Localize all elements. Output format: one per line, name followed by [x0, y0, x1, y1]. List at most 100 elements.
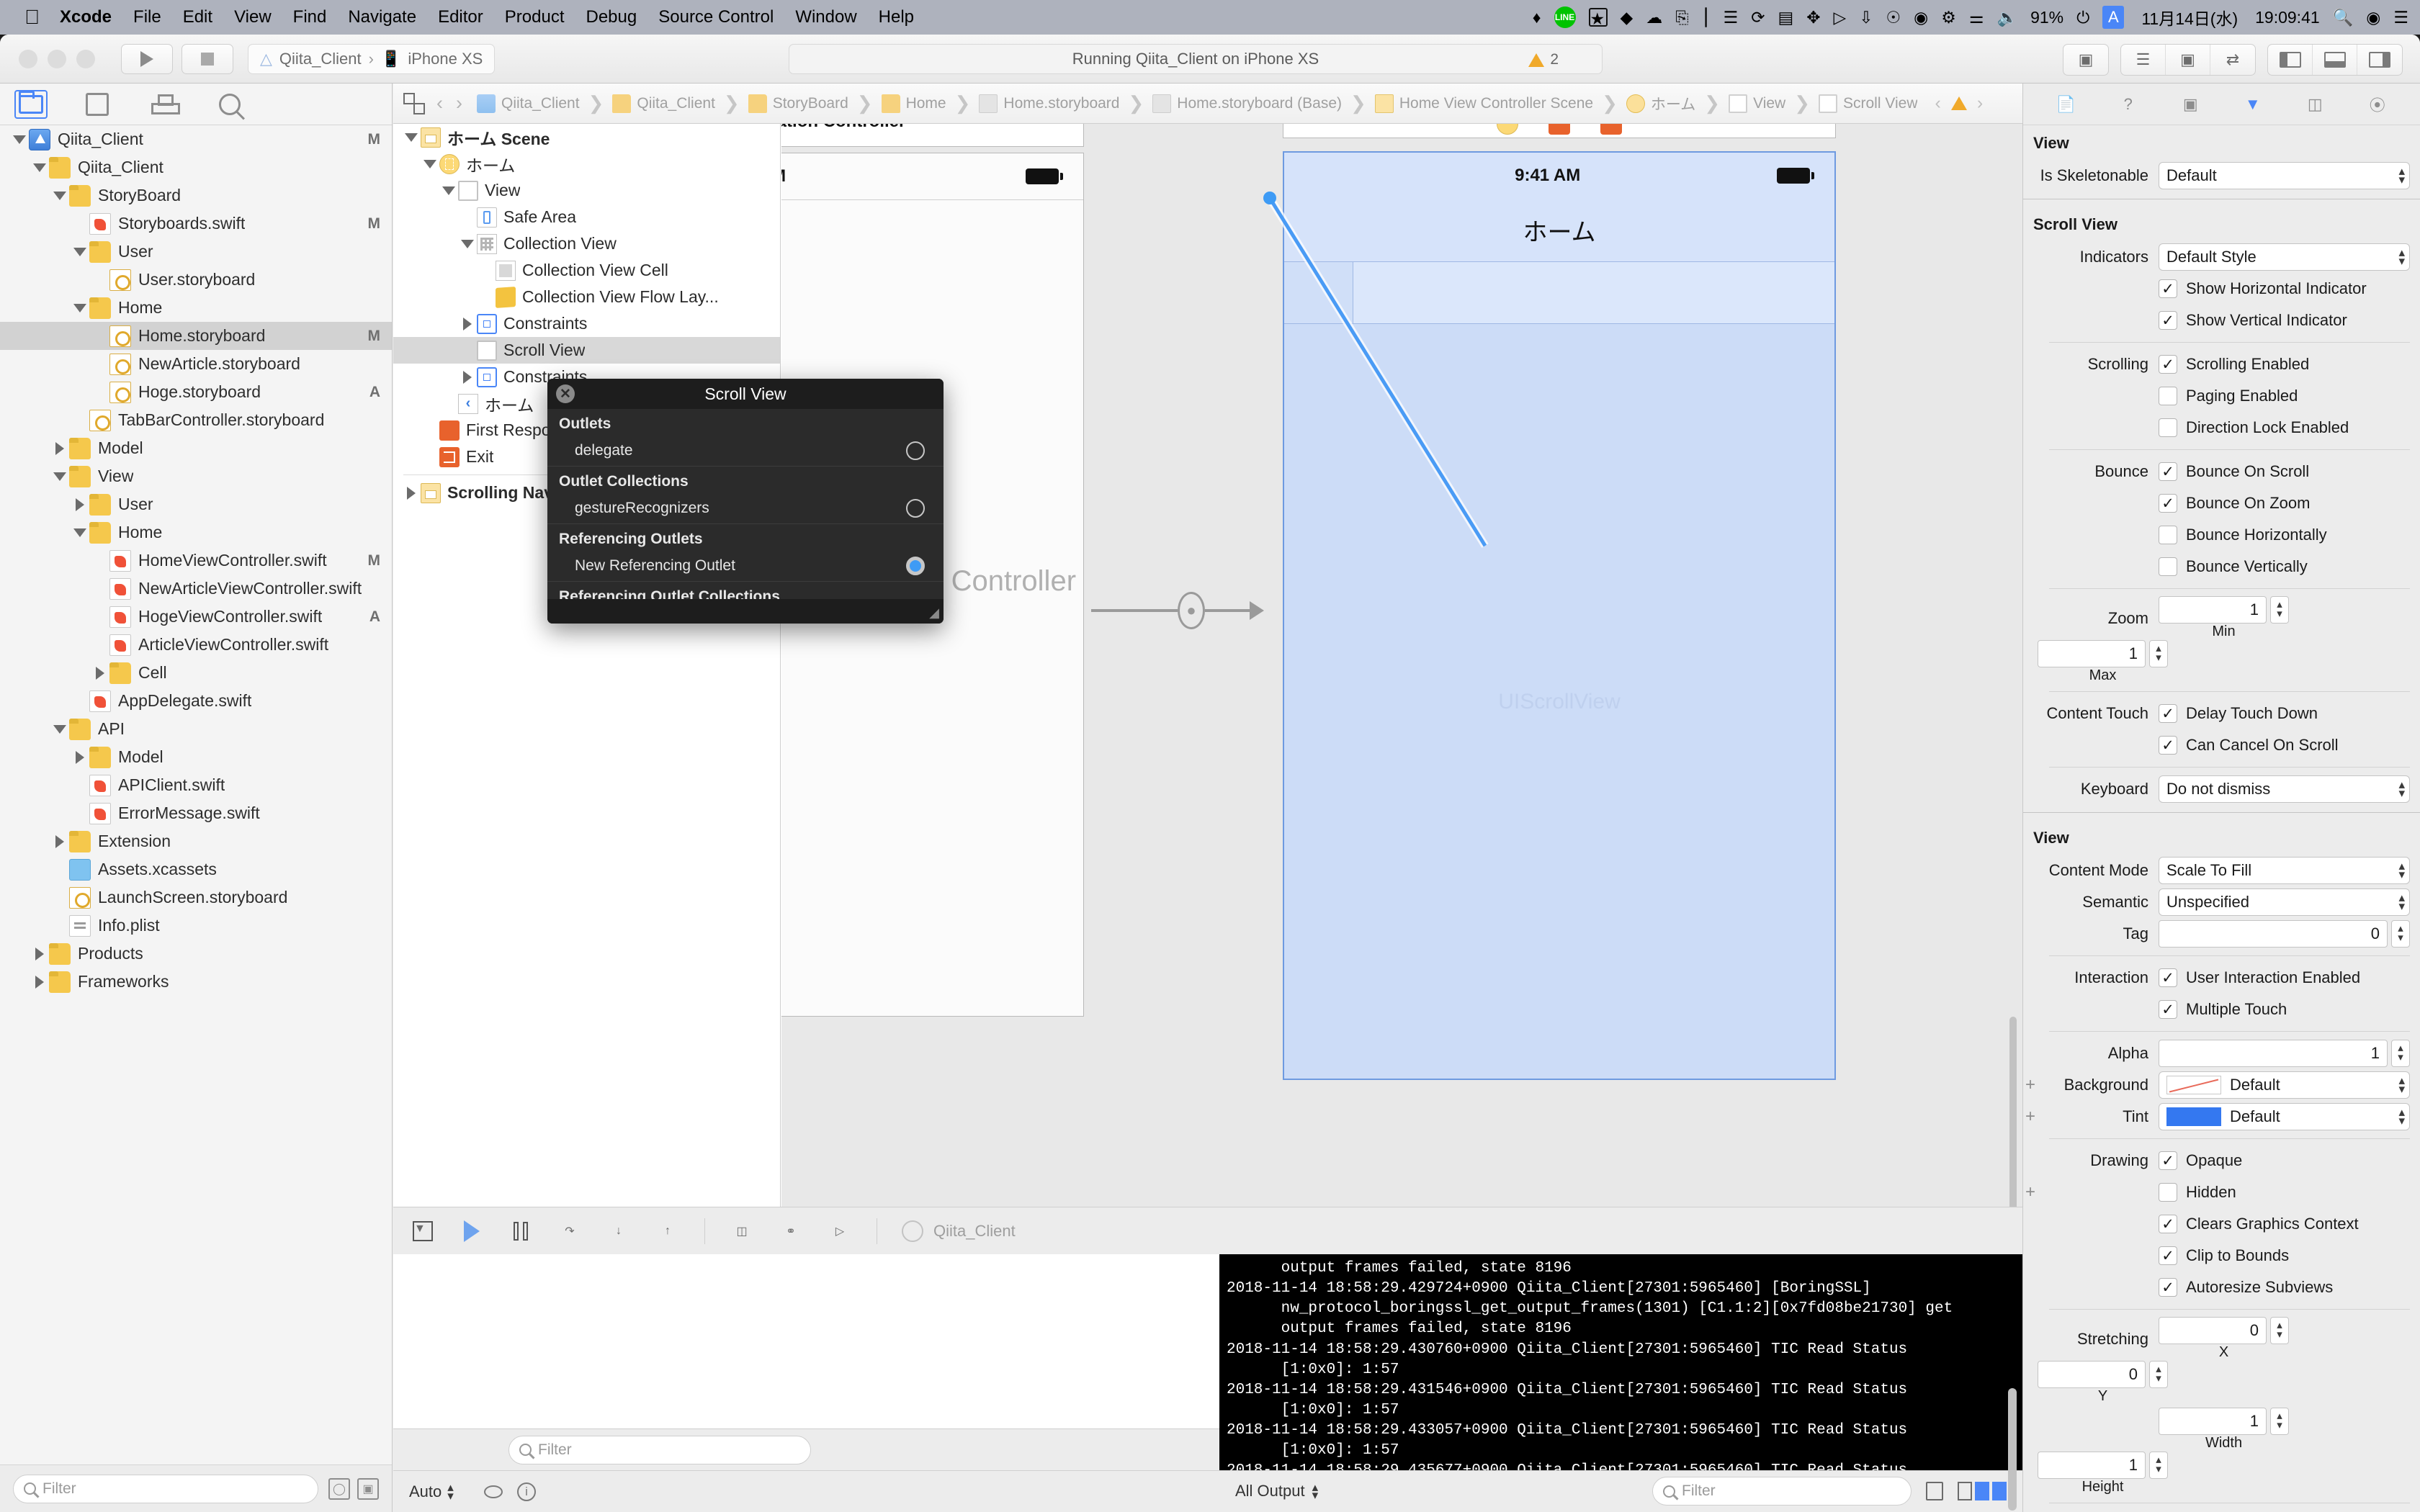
size-inspector-tab[interactable]: ◫ [2300, 91, 2330, 117]
file-tree-row[interactable]: Storyboards.swift M [0, 210, 392, 238]
toggle-navigator-button[interactable] [2268, 45, 2313, 75]
breadcrumb-item[interactable]: Home View Controller Scene [1374, 94, 1593, 113]
inspector-select[interactable]: Scale To Fill ▴ ▾ [2159, 857, 2410, 884]
filter-recent-button[interactable]: ◯ [328, 1477, 350, 1500]
console-filter-input[interactable]: Filter [1652, 1477, 1912, 1506]
inspector-checkbox[interactable]: Bounce On Scroll [2159, 458, 2309, 485]
file-tree-row[interactable]: User.storyboard [0, 266, 392, 294]
hide-debug-icon[interactable]: ▼ [411, 1219, 435, 1243]
outline-row[interactable]: Collection View Cell [393, 257, 780, 284]
stepper-icon[interactable]: ▴ ▾ [2149, 1452, 2168, 1479]
disclosure-down-icon[interactable] [71, 247, 89, 256]
popover-connection-row[interactable]: New Referencing Outlet [547, 552, 944, 582]
navigation-arrows[interactable]: ‹ › [436, 92, 462, 114]
library-group[interactable]: ▣ [2063, 44, 2109, 76]
debug-layout-toggles[interactable] [1958, 1482, 2007, 1500]
disclosure-down-icon[interactable] [458, 239, 477, 248]
disclosure-down-icon[interactable] [71, 303, 89, 312]
file-tree-row[interactable]: User [0, 238, 392, 266]
disclosure-right-icon[interactable] [458, 317, 477, 330]
breadcrumb-item[interactable]: StoryBoard [748, 94, 848, 113]
exit-icon[interactable] [1600, 124, 1622, 135]
breadcrumb-item[interactable]: Home.storyboard (Base) [1152, 94, 1342, 113]
chevron-updown-icon[interactable]: ▴ ▾ [2398, 246, 2405, 267]
chevron-updown-icon[interactable]: ▴ ▾ [2398, 1074, 2405, 1095]
test-navigator-tab[interactable] [147, 90, 180, 119]
identity-inspector-tab[interactable]: ▣ [2175, 91, 2205, 117]
file-tree-row[interactable]: Qiita_Client M [0, 125, 392, 153]
disclosure-down-icon[interactable] [402, 132, 421, 142]
breadcrumb-item[interactable]: Home [881, 94, 946, 113]
inspector-checkbox[interactable]: Autoresize Subviews [2159, 1274, 2333, 1301]
inspector-checkbox[interactable]: Clears Graphics Context [2159, 1210, 2359, 1238]
stop-button[interactable] [182, 43, 233, 74]
sync-icon[interactable]: ⟳ [1751, 8, 1765, 27]
quick-help-inspector-tab[interactable]: ? [2113, 91, 2143, 117]
panel-toggle-group[interactable] [2267, 44, 2403, 76]
file-tree-row[interactable]: NewArticleViewController.swift [0, 575, 392, 603]
file-tree-row[interactable]: Products [0, 940, 392, 968]
checkbox-icon[interactable] [2159, 557, 2177, 576]
inspector-checkbox[interactable]: Scrolling Enabled [2159, 351, 2309, 378]
disclosure-down-icon[interactable] [71, 528, 89, 537]
connection-well[interactable] [906, 557, 925, 575]
stepper-icon[interactable]: ▴ ▾ [2391, 920, 2410, 948]
location-icon[interactable]: ▷ [828, 1219, 852, 1243]
inspector-checkbox[interactable]: Multiple Touch [2159, 996, 2287, 1023]
inspector-checkbox[interactable]: Bounce Horizontally [2159, 521, 2327, 549]
outline-row[interactable]: Scroll View [393, 337, 780, 364]
checkbox-icon[interactable] [2159, 387, 2177, 405]
view-controller-icon[interactable] [1497, 124, 1518, 135]
disclosure-down-icon[interactable] [30, 163, 49, 172]
auto-scope-selector[interactable]: Auto ▴ ▾ [393, 1481, 465, 1501]
outline-row[interactable]: View [393, 177, 780, 204]
inspector-select[interactable]: Do not dismiss ▴ ▾ [2159, 775, 2410, 803]
disclosure-right-icon[interactable] [402, 486, 421, 500]
inspector-number-input[interactable]: 0 [2159, 1317, 2267, 1344]
evernote-icon[interactable]: ♦ [1533, 8, 1541, 27]
run-button[interactable] [121, 43, 173, 74]
filter-selected-button[interactable]: ▣ [357, 1477, 379, 1500]
file-tree-row[interactable]: HogeViewController.swift A [0, 603, 392, 631]
stepper-icon[interactable]: ▴ ▾ [2149, 640, 2168, 667]
debug-process[interactable]: Qiita_Client [902, 1220, 1016, 1242]
search-icon[interactable]: 🔍 [2333, 8, 2354, 27]
breadcrumb-item[interactable]: Scroll View [1819, 94, 1917, 113]
disclosure-down-icon[interactable] [50, 472, 69, 481]
file-inspector-tab[interactable]: 📄 [2051, 91, 2081, 117]
disclosure-right-icon[interactable] [458, 370, 477, 384]
inspector-select[interactable]: Default ▴ ▾ [2159, 162, 2410, 189]
eye-icon[interactable] [484, 1485, 503, 1498]
add-variation-button[interactable]: + [2023, 1182, 2038, 1202]
breadcrumb-item[interactable]: Qiita_Client [477, 94, 580, 113]
location-icon[interactable]: ☉ [1886, 8, 1901, 27]
inspector-checkbox[interactable]: Bounce On Zoom [2159, 490, 2310, 517]
checkbox-icon[interactable] [2159, 279, 2177, 298]
show-both-button[interactable] [1975, 1482, 1989, 1500]
disclosure-right-icon[interactable] [50, 834, 69, 848]
checkbox-icon[interactable] [2159, 736, 2177, 755]
canvas-vertical-scrollbar[interactable] [2009, 1017, 2020, 1218]
tweetbot-icon[interactable]: ⎮ [1702, 8, 1711, 27]
inspector-checkbox[interactable]: Bounce Vertically [2159, 553, 2308, 580]
file-tree-row[interactable]: NewArticle.storyboard [0, 350, 392, 378]
disclosure-right-icon[interactable] [30, 975, 49, 989]
add-variation-button[interactable]: + [2023, 1075, 2038, 1095]
disclosure-right-icon[interactable] [30, 947, 49, 960]
file-tree-row[interactable]: HomeViewController.swift M [0, 546, 392, 575]
disclosure-right-icon[interactable] [50, 441, 69, 455]
menu-source-control[interactable]: Source Control [658, 7, 774, 27]
wifi-icon[interactable]: ⚌ [1969, 8, 1984, 27]
file-tree-row[interactable]: AppDelegate.swift [0, 687, 392, 715]
chevron-updown-icon[interactable]: ▴ ▾ [2398, 860, 2405, 881]
inspector-checkbox[interactable]: Show Horizontal Indicator [2159, 275, 2367, 302]
navigator-filter-input[interactable]: Filter [13, 1474, 318, 1503]
info-icon[interactable]: i [517, 1482, 536, 1501]
menu-editor[interactable]: Editor [438, 7, 483, 27]
memory-graph-icon[interactable]: ⚭ [779, 1219, 803, 1243]
breadcrumb-item[interactable]: View [1729, 94, 1785, 113]
breadcrumb-item[interactable]: Home.storyboard [979, 94, 1119, 113]
checkbox-icon[interactable] [2159, 526, 2177, 544]
scene-left-header[interactable]: g Navigation Controller [781, 124, 1084, 147]
file-tree-row[interactable]: Frameworks [0, 968, 392, 996]
